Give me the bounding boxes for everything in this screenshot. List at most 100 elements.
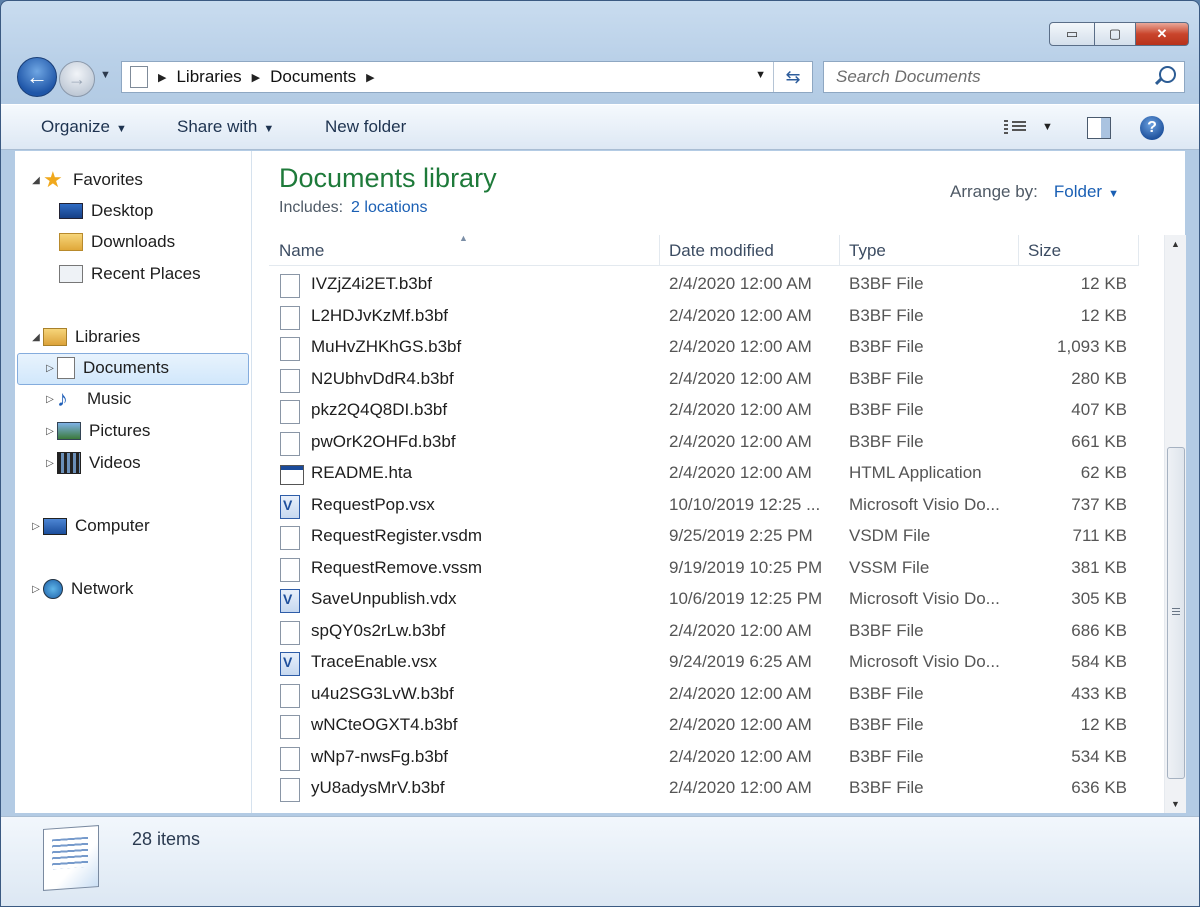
- chevron-right-icon[interactable]: ▶: [366, 71, 374, 84]
- file-type: HTML Application: [849, 463, 982, 482]
- documents-library-icon: [43, 825, 99, 891]
- recent-pages-dropdown[interactable]: ▼: [100, 69, 111, 81]
- refresh-button[interactable]: ⇆: [773, 62, 812, 92]
- column-size[interactable]: Size: [1028, 235, 1061, 265]
- nav-network[interactable]: ▷ Network: [29, 574, 133, 604]
- file-date-modified: 2/4/2020 12:00 AM: [669, 431, 812, 451]
- file-row[interactable]: wNp7-nwsFg.b3bf 2/4/2020 12:00 AM B3BF Fil…: [269, 742, 1139, 774]
- file-row[interactable]: RequestPop.vsx 10/10/2019 12:25 ... Micros…: [269, 490, 1139, 522]
- nav-desktop[interactable]: Desktop: [59, 196, 153, 226]
- file-size: 711 KB: [1072, 526, 1127, 545]
- file-date-modified: 2/4/2020 12:00 AM: [669, 463, 812, 482]
- chevron-right-icon[interactable]: ▶: [158, 71, 166, 84]
- forward-button[interactable]: →: [59, 61, 95, 97]
- organize-button[interactable]: Organize ▼: [41, 117, 127, 137]
- nav-videos[interactable]: ▷ Videos: [43, 448, 141, 478]
- collapsed-triangle-icon[interactable]: ▷: [43, 426, 57, 437]
- film-strip-icon: [57, 452, 81, 474]
- chevron-down-icon[interactable]: ▼: [1108, 188, 1119, 200]
- item-count: 28 items: [132, 829, 201, 849]
- generic-file-icon: [280, 368, 300, 393]
- collapsed-triangle-icon[interactable]: ▷: [43, 458, 57, 469]
- minimize-button[interactable]: ▭: [1049, 22, 1095, 46]
- file-row[interactable]: pwOrK2OHFd.b3bf 2/4/2020 12:00 AM B3BF Fil…: [269, 427, 1139, 459]
- column-type[interactable]: Type: [849, 235, 886, 265]
- nav-pictures[interactable]: ▷ Pictures: [43, 416, 150, 446]
- back-button[interactable]: ←: [17, 57, 57, 97]
- file-type: Microsoft Visio Do...: [849, 652, 1000, 671]
- file-name: spQY0s2rLw.b3bf: [311, 620, 446, 640]
- nav-favorites[interactable]: ◢ ★ Favorites: [29, 165, 143, 195]
- file-row[interactable]: IVZjZ4i2ET.b3bf 2/4/2020 12:00 AM B3BF Fil…: [269, 269, 1139, 301]
- close-button[interactable]: ✕: [1136, 22, 1189, 46]
- expanded-triangle-icon[interactable]: ◢: [29, 332, 43, 343]
- chevron-down-icon: ▼: [115, 123, 127, 135]
- nav-libraries[interactable]: ◢ Libraries: [29, 322, 140, 352]
- file-row[interactable]: u4u2SG3LvW.b3bf 2/4/2020 12:00 AM B3BF Fil…: [269, 679, 1139, 711]
- nav-downloads-label: Downloads: [91, 232, 176, 251]
- search-input[interactable]: Search Documents: [836, 67, 981, 87]
- nav-music[interactable]: ▷ ♪ Music: [43, 384, 131, 414]
- collapsed-triangle-icon[interactable]: ▷: [29, 521, 43, 532]
- file-row[interactable]: RequestRemove.vssm 9/19/2019 10:25 PM VSSM…: [269, 553, 1139, 585]
- network-globe-icon: [43, 579, 63, 599]
- new-folder-button[interactable]: New folder: [325, 117, 406, 137]
- file-row[interactable]: SaveUnpublish.vdx 10/6/2019 12:25 PM Micro…: [269, 584, 1139, 616]
- scrollbar-thumb[interactable]: [1167, 447, 1185, 779]
- collapsed-triangle-icon[interactable]: ▷: [43, 363, 57, 374]
- file-row[interactable]: spQY0s2rLw.b3bf 2/4/2020 12:00 AM B3BF Fil…: [269, 616, 1139, 648]
- file-date-modified: 2/4/2020 12:00 AM: [669, 400, 812, 419]
- file-size: 12 KB: [1080, 274, 1127, 293]
- file-row[interactable]: TraceEnable.vsx 9/24/2019 6:25 AM Microsof…: [269, 647, 1139, 679]
- chevron-right-icon[interactable]: ▶: [252, 71, 260, 84]
- nav-recent-places[interactable]: Recent Places: [59, 259, 201, 289]
- file-name: TraceEnable.vsx: [311, 652, 437, 671]
- arrow-right-icon: →: [68, 68, 86, 89]
- file-size: 407 KB: [1071, 400, 1127, 419]
- file-row[interactable]: wNCteOGXT4.b3bf 2/4/2020 12:00 AM B3BF Fil…: [269, 710, 1139, 742]
- share-with-button[interactable]: Share with ▼: [177, 117, 274, 137]
- expanded-triangle-icon[interactable]: ◢: [29, 175, 43, 186]
- nav-downloads[interactable]: Downloads: [59, 227, 175, 257]
- view-details-icon[interactable]: [1004, 119, 1026, 135]
- file-row[interactable]: N2UbhvDdR4.b3bf 2/4/2020 12:00 AM B3BF Fil…: [269, 364, 1139, 396]
- file-type: Microsoft Visio Do...: [849, 589, 1000, 608]
- generic-file-icon: [280, 431, 300, 456]
- search-icon[interactable]: [1159, 66, 1176, 83]
- file-name: RequestPop.vsx: [311, 494, 435, 514]
- search-box[interactable]: Search Documents: [823, 61, 1185, 93]
- nav-computer[interactable]: ▷ Computer: [29, 511, 150, 541]
- vertical-scrollbar[interactable]: ▲ ▼: [1164, 235, 1186, 813]
- view-dropdown-icon[interactable]: ▼: [1042, 121, 1053, 133]
- scroll-down-arrow[interactable]: ▼: [1165, 795, 1186, 813]
- generic-file-icon: [280, 715, 300, 739]
- preview-pane-icon[interactable]: [1087, 117, 1111, 139]
- file-row[interactable]: yU8adysMrV.b3bf 2/4/2020 12:00 AM B3BF Fil…: [269, 773, 1139, 805]
- maximize-button[interactable]: ▢: [1095, 22, 1136, 46]
- column-date-modified[interactable]: Date modified: [669, 235, 774, 265]
- file-date-modified: 2/4/2020 12:00 AM: [669, 778, 812, 797]
- scroll-up-arrow[interactable]: ▲: [1165, 235, 1186, 253]
- column-name[interactable]: Name: [279, 235, 324, 265]
- breadcrumb-libraries[interactable]: Libraries: [176, 67, 241, 87]
- address-dropdown-icon[interactable]: ▼: [755, 69, 766, 81]
- help-icon[interactable]: ?: [1140, 116, 1164, 140]
- collapsed-triangle-icon[interactable]: ▷: [29, 584, 43, 595]
- file-size: 1,093 KB: [1057, 337, 1127, 356]
- file-row[interactable]: README.hta 2/4/2020 12:00 AM HTML Applicat…: [269, 458, 1139, 490]
- arrange-by-dropdown[interactable]: Folder: [1054, 182, 1102, 201]
- locations-link[interactable]: 2 locations: [351, 199, 428, 216]
- nav-computer-label: Computer: [75, 516, 150, 535]
- file-date-modified: 9/24/2019 6:25 AM: [669, 652, 812, 671]
- file-row[interactable]: MuHvZHKhGS.b3bf 2/4/2020 12:00 AM B3BF Fil…: [269, 332, 1139, 364]
- address-bar[interactable]: ▶ Libraries ▶ Documents ▶ ▼ ⇆: [121, 61, 813, 93]
- collapsed-triangle-icon[interactable]: ▷: [43, 394, 57, 405]
- breadcrumb-documents[interactable]: Documents: [270, 67, 356, 87]
- folder-page-icon: [130, 66, 148, 88]
- file-row[interactable]: RequestRegister.vsdm 9/25/2019 2:25 PM VSD…: [269, 521, 1139, 553]
- file-row[interactable]: pkz2Q4Q8DI.b3bf 2/4/2020 12:00 AM B3BF Fil…: [269, 395, 1139, 427]
- computer-icon: [43, 517, 67, 535]
- file-row[interactable]: L2HDJvKzMf.b3bf 2/4/2020 12:00 AM B3BF Fil…: [269, 301, 1139, 333]
- nav-documents[interactable]: ▷ Documents: [43, 353, 169, 383]
- hta-file-icon: [280, 465, 304, 485]
